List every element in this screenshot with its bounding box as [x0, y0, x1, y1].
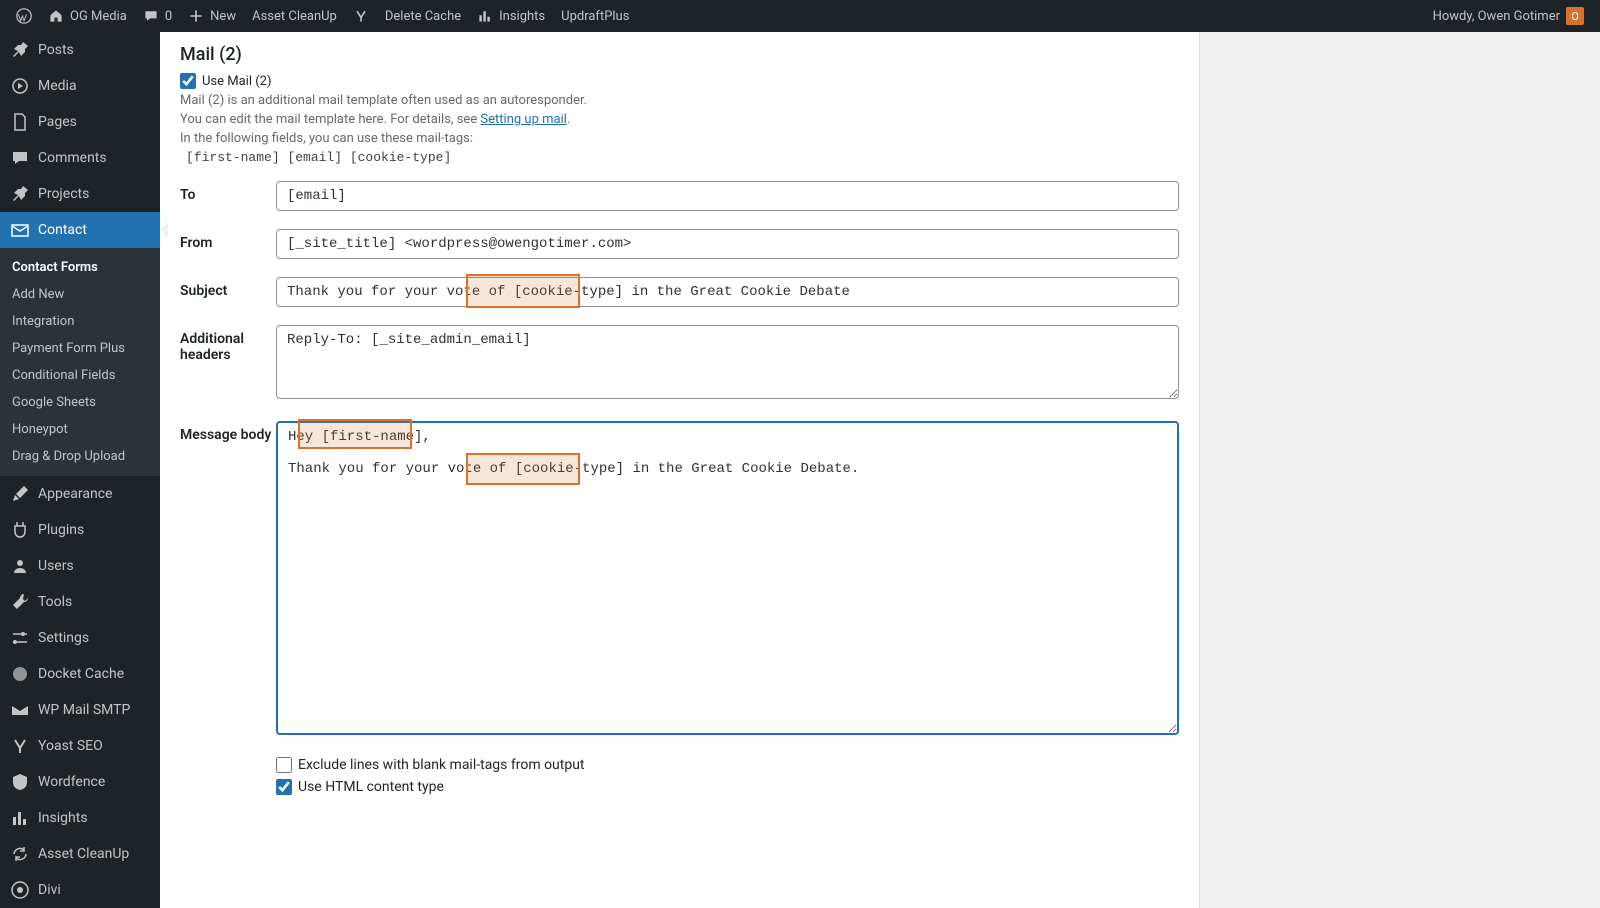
submenu-payment-form-plus[interactable]: Payment Form Plus [0, 335, 160, 362]
comment-icon [10, 148, 30, 168]
html-content-label[interactable]: Use HTML content type [298, 779, 444, 795]
adminbar-insights[interactable]: Insights [469, 0, 553, 32]
sidebar-item-yoast-seo[interactable]: Yoast SEO [0, 728, 160, 764]
plus-icon [188, 8, 204, 24]
adminbar-delete-cache[interactable]: Delete Cache [377, 0, 469, 32]
submenu-contact-forms[interactable]: Contact Forms [0, 254, 160, 281]
chart-icon [477, 8, 493, 24]
sidebar-item-contact[interactable]: Contact [0, 212, 160, 248]
from-input[interactable] [276, 229, 1179, 259]
from-label: From [180, 229, 276, 251]
sidebar-item-settings[interactable]: Settings [0, 620, 160, 656]
body-label: Message body [180, 421, 276, 443]
mail-tags: [first-name] [email] [cookie-type] [180, 150, 1179, 165]
mail-icon [10, 220, 30, 240]
sidebar-item-users[interactable]: Users [0, 548, 160, 584]
subject-label: Subject [180, 277, 276, 299]
setting-up-mail-link[interactable]: Setting up mail [480, 112, 566, 127]
refresh-icon [10, 844, 30, 864]
sidebar-item-media[interactable]: Media [0, 68, 160, 104]
use-mail-checkbox[interactable] [180, 73, 196, 89]
submenu-google-sheets[interactable]: Google Sheets [0, 389, 160, 416]
tools-icon [10, 592, 30, 612]
sidebar-item-appearance[interactable]: Appearance [0, 476, 160, 512]
brush-icon [10, 484, 30, 504]
exclude-blank-label[interactable]: Exclude lines with blank mail-tags from … [298, 757, 585, 773]
shield-icon [10, 772, 30, 792]
exclude-blank-checkbox[interactable] [276, 757, 292, 773]
to-input[interactable] [276, 181, 1179, 211]
users-icon [10, 556, 30, 576]
desc-template: You can edit the mail template here. For… [180, 112, 1179, 127]
comments-count: 0 [165, 9, 172, 24]
circle-icon [10, 664, 30, 684]
sidebar-item-divi[interactable]: Divi [0, 872, 160, 908]
home-icon [48, 8, 64, 24]
mail2-panel: Mail (2) Use Mail (2) Mail (2) is an add… [160, 32, 1200, 908]
plugin-icon [10, 520, 30, 540]
submenu-integration[interactable]: Integration [0, 308, 160, 335]
comments-link[interactable]: 0 [135, 0, 180, 32]
admin-bar: OG Media 0 New Asset CleanUp Delete Cach… [0, 0, 1600, 32]
subject-input[interactable] [276, 277, 1179, 307]
howdy-link[interactable]: Howdy, Owen Gotimer O [1425, 0, 1592, 32]
pin-icon [10, 40, 30, 60]
desc-mailtags: In the following fields, you can use the… [180, 131, 1179, 146]
site-name: OG Media [70, 9, 127, 24]
media-icon [10, 76, 30, 96]
pin-icon [10, 184, 30, 204]
adminbar-asset-cleanup[interactable]: Asset CleanUp [244, 0, 345, 32]
settings-icon [10, 628, 30, 648]
submenu-conditional-fields[interactable]: Conditional Fields [0, 362, 160, 389]
sidebar-item-tools[interactable]: Tools [0, 584, 160, 620]
avatar: O [1566, 7, 1584, 25]
submenu-add-new[interactable]: Add New [0, 281, 160, 308]
headers-label: Additional headers [180, 325, 276, 363]
sidebar-item-insights[interactable]: Insights [0, 800, 160, 836]
page-icon [10, 112, 30, 132]
body-textarea[interactable] [276, 421, 1179, 735]
sidebar-item-projects[interactable]: Projects [0, 176, 160, 212]
mail-wing-icon [10, 700, 30, 720]
sidebar-submenu: Contact Forms Add New Integration Paymen… [0, 248, 160, 476]
adminbar-y-icon[interactable] [345, 0, 377, 32]
sidebar-item-plugins[interactable]: Plugins [0, 512, 160, 548]
comment-icon [143, 8, 159, 24]
submenu-drag-drop-upload[interactable]: Drag & Drop Upload [0, 443, 160, 470]
html-content-checkbox[interactable] [276, 779, 292, 795]
new-link[interactable]: New [180, 0, 244, 32]
adminbar-updraftplus[interactable]: UpdraftPlus [553, 0, 637, 32]
sidebar-item-posts[interactable]: Posts [0, 32, 160, 68]
sidebar-item-pages[interactable]: Pages [0, 104, 160, 140]
submenu-honeypot[interactable]: Honeypot [0, 416, 160, 443]
use-mail-label[interactable]: Use Mail (2) [202, 74, 272, 89]
yoast-icon [10, 736, 30, 756]
howdy-text: Howdy, Owen Gotimer [1433, 9, 1560, 24]
panel-title: Mail (2) [180, 44, 1179, 65]
admin-sidebar: Posts Media Pages Comments Projects Cont… [0, 32, 160, 908]
divi-icon [10, 880, 30, 900]
desc-autoresponder: Mail (2) is an additional mail template … [180, 93, 1179, 108]
headers-textarea[interactable] [276, 325, 1179, 399]
yoast-icon [353, 8, 369, 24]
to-label: To [180, 181, 276, 203]
chart-icon [10, 808, 30, 828]
sidebar-item-wordfence[interactable]: Wordfence [0, 764, 160, 800]
wordpress-icon [16, 8, 32, 24]
sidebar-item-comments[interactable]: Comments [0, 140, 160, 176]
sidebar-item-docket-cache[interactable]: Docket Cache [0, 656, 160, 692]
new-label: New [210, 9, 236, 24]
wp-logo[interactable] [8, 0, 40, 32]
site-name-link[interactable]: OG Media [40, 0, 135, 32]
sidebar-item-asset-cleanup[interactable]: Asset CleanUp [0, 836, 160, 872]
sidebar-item-wp-mail-smtp[interactable]: WP Mail SMTP [0, 692, 160, 728]
